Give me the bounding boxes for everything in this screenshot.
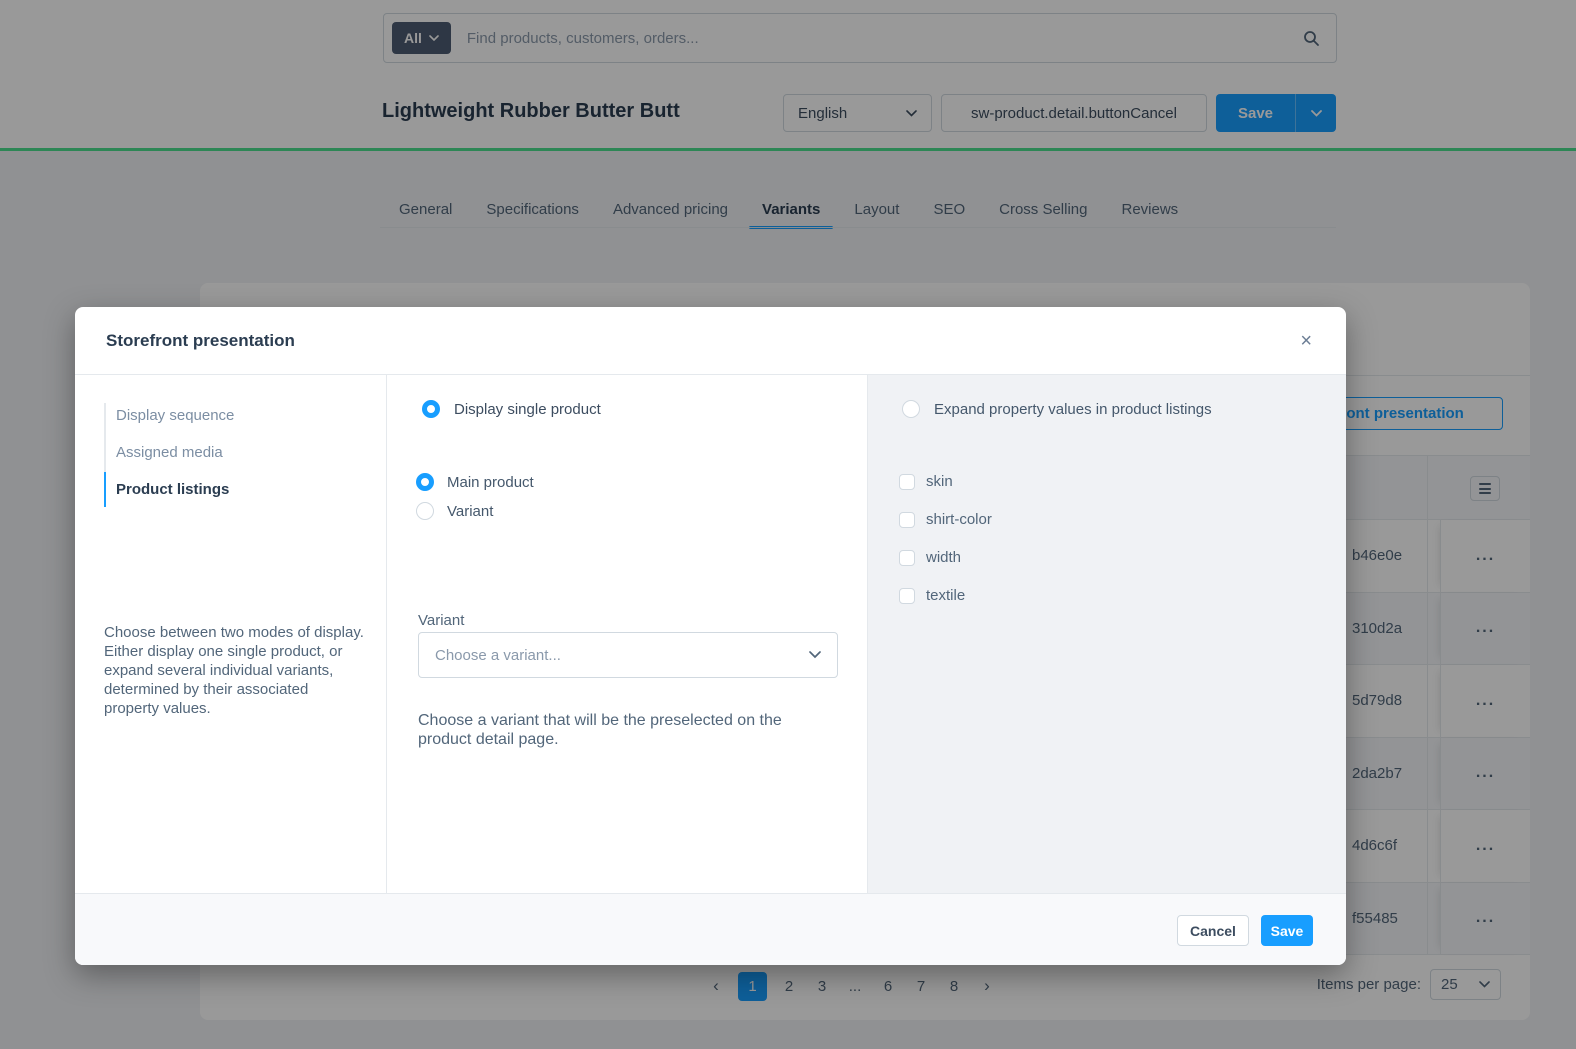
variant-select[interactable]: Choose a variant... bbox=[418, 632, 838, 678]
property-label: textile bbox=[926, 587, 965, 604]
modal-sidebar: Display sequence Assigned media Product … bbox=[75, 375, 387, 893]
sidebar-rule bbox=[104, 403, 106, 507]
radio-unchecked-icon bbox=[902, 400, 920, 418]
variant-field-label: Variant bbox=[418, 612, 464, 629]
property-checkbox-skin[interactable]: skin bbox=[899, 473, 953, 490]
radio-unchecked-icon bbox=[416, 502, 434, 520]
expand-properties-radio[interactable]: Expand property values in product listin… bbox=[902, 400, 1212, 418]
sidebar-item-assigned-media[interactable]: Assigned media bbox=[116, 444, 223, 461]
sidebar-active-indicator bbox=[104, 472, 106, 507]
property-label: shirt-color bbox=[926, 511, 992, 528]
checkbox-icon bbox=[899, 474, 915, 490]
modal-header: Storefront presentation × bbox=[75, 307, 1346, 375]
checkbox-icon bbox=[899, 588, 915, 604]
variant-select-placeholder: Choose a variant... bbox=[435, 647, 561, 664]
variant-radio[interactable]: Variant bbox=[416, 502, 493, 520]
display-single-product-radio[interactable]: Display single product bbox=[422, 400, 601, 418]
single-product-column: Display single product Main product Vari… bbox=[387, 375, 868, 893]
expand-properties-label: Expand property values in product listin… bbox=[934, 401, 1212, 418]
property-checkbox-shirt-color[interactable]: shirt-color bbox=[899, 511, 992, 528]
modal-save-button[interactable]: Save bbox=[1261, 915, 1313, 946]
modal-title: Storefront presentation bbox=[106, 331, 295, 351]
modal-cancel-button[interactable]: Cancel bbox=[1177, 915, 1249, 946]
sidebar-item-display-sequence[interactable]: Display sequence bbox=[116, 407, 234, 424]
modal-body: Display sequence Assigned media Product … bbox=[75, 375, 1346, 893]
expand-properties-column: Expand property values in product listin… bbox=[868, 375, 1346, 893]
checkbox-icon bbox=[899, 512, 915, 528]
property-label: width bbox=[926, 549, 961, 566]
app-window: All Find products, customers, orders... … bbox=[0, 0, 1576, 1049]
radio-checked-icon bbox=[416, 473, 434, 491]
display-single-product-label: Display single product bbox=[454, 401, 601, 418]
property-label: skin bbox=[926, 473, 953, 490]
sidebar-item-product-listings[interactable]: Product listings bbox=[116, 481, 229, 498]
checkbox-icon bbox=[899, 550, 915, 566]
variant-helper-text: Choose a variant that will be the presel… bbox=[418, 711, 822, 749]
radio-checked-icon bbox=[422, 400, 440, 418]
variant-radio-label: Variant bbox=[447, 503, 493, 520]
modal-footer: Cancel Save bbox=[75, 893, 1346, 965]
chevron-down-icon bbox=[809, 651, 821, 659]
close-icon[interactable]: × bbox=[1300, 329, 1312, 353]
property-checkbox-width[interactable]: width bbox=[899, 549, 961, 566]
property-checkbox-textile[interactable]: textile bbox=[899, 587, 965, 604]
main-product-label: Main product bbox=[447, 474, 534, 491]
main-product-radio[interactable]: Main product bbox=[416, 473, 534, 491]
mode-description: Choose between two modes of display. Eit… bbox=[104, 623, 364, 718]
storefront-presentation-modal: Storefront presentation × Display sequen… bbox=[75, 307, 1346, 965]
